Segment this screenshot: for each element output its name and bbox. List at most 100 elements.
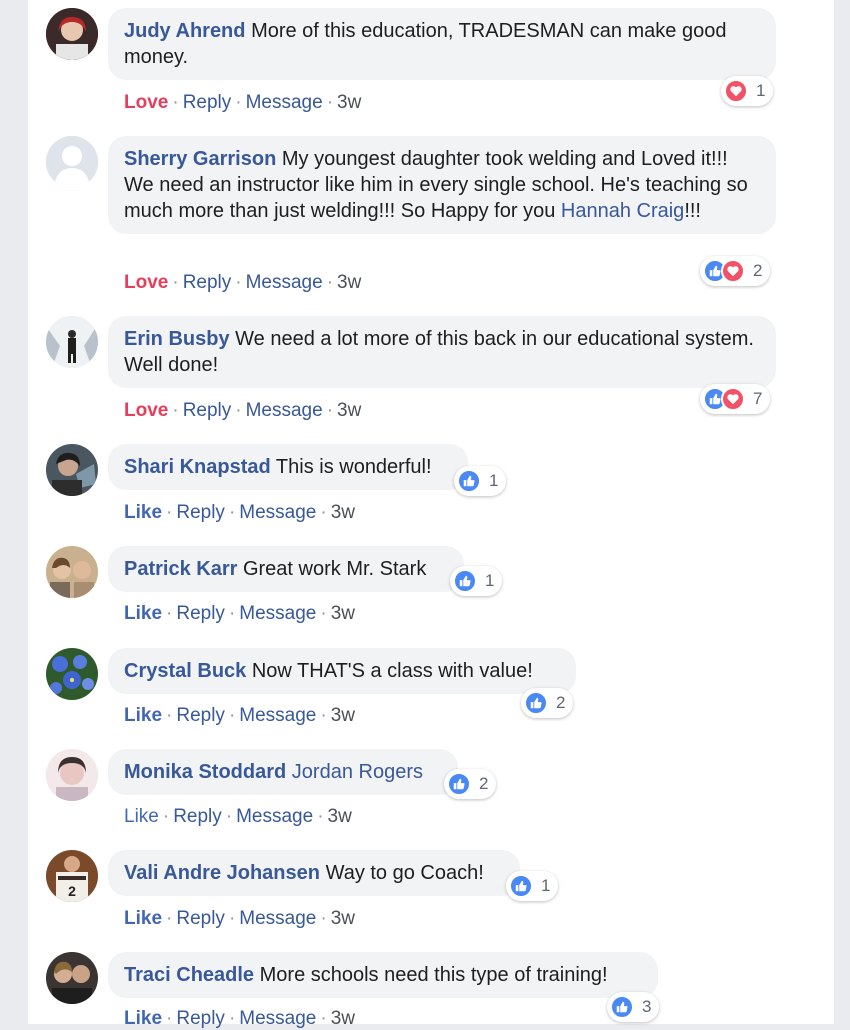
comment-timestamp[interactable]: 3w <box>337 400 361 421</box>
heart-reaction-icon <box>721 387 745 411</box>
comment-actions: Love · Reply · Message · 3w <box>124 272 361 294</box>
comment-timestamp[interactable]: 3w <box>331 1008 355 1029</box>
comment-bubble: Vali Andre Johansen Way to go Coach! <box>108 850 520 896</box>
separator-dot: · <box>166 908 173 929</box>
reply-button[interactable]: Reply <box>183 400 232 421</box>
comment-author[interactable]: Judy Ahrend <box>124 20 246 42</box>
reaction-count: 1 <box>489 471 499 490</box>
comment-timestamp[interactable]: 3w <box>337 92 361 113</box>
reaction-summary[interactable]: 3 <box>607 992 660 1022</box>
mention-link[interactable]: Hannah Craig <box>561 200 684 222</box>
avatar[interactable] <box>46 648 98 700</box>
avatar[interactable] <box>46 444 98 496</box>
reply-button[interactable]: Reply <box>183 92 232 113</box>
reaction-summary[interactable]: 1 <box>506 871 559 901</box>
like-reaction-icon <box>447 772 471 796</box>
separator-dot: · <box>317 806 324 827</box>
comment-text: Way to go Coach! <box>325 862 484 884</box>
love-button[interactable]: Love <box>124 400 168 421</box>
comment-timestamp[interactable]: 3w <box>331 603 355 624</box>
reply-button[interactable]: Reply <box>183 272 232 293</box>
comment-timestamp[interactable]: 3w <box>331 908 355 929</box>
comment-author[interactable]: Traci Cheadle <box>124 964 254 986</box>
message-button[interactable]: Message <box>239 603 316 624</box>
like-button[interactable]: Like <box>124 806 159 827</box>
comment-author[interactable]: Monika Stoddard <box>124 761 286 783</box>
reaction-summary[interactable]: 2 <box>521 688 574 718</box>
reaction-summary[interactable]: 2 <box>444 769 497 799</box>
like-button[interactable]: Like <box>124 908 162 929</box>
avatar[interactable] <box>46 952 98 1004</box>
separator-dot: · <box>166 502 173 523</box>
comment-actions: Like · Reply · Message · 3w <box>124 502 355 524</box>
avatar[interactable] <box>46 316 98 368</box>
like-reaction-icon <box>509 874 533 898</box>
avatar[interactable] <box>46 546 98 598</box>
separator-dot: · <box>228 1008 236 1029</box>
comment-bubble: Erin Busby We need a lot more of this ba… <box>108 316 776 388</box>
avatar[interactable] <box>46 8 98 60</box>
reaction-summary[interactable]: 1 <box>450 566 503 596</box>
message-button[interactable]: Message <box>239 1008 316 1029</box>
comment-author[interactable]: Sherry Garrison <box>124 148 276 170</box>
reply-button[interactable]: Reply <box>176 502 225 523</box>
comment-bubble: Judy Ahrend More of this education, TRAD… <box>108 8 776 80</box>
avatar[interactable] <box>46 749 98 801</box>
comment-actions: Love · Reply · Message · 3w <box>124 92 361 114</box>
comment-author[interactable]: Vali Andre Johansen <box>124 862 320 884</box>
comment-actions: Like · Reply · Message · 3w <box>124 603 355 625</box>
comment-bubble: Patrick Karr Great work Mr. Stark <box>108 546 464 592</box>
heart-reaction-icon <box>724 79 748 103</box>
separator-dot: · <box>235 92 242 113</box>
separator-dot: · <box>326 272 334 293</box>
reply-button[interactable]: Reply <box>176 705 225 726</box>
comment-actions: Love · Reply · Message · 3w <box>124 400 361 422</box>
reply-button[interactable]: Reply <box>176 1008 225 1029</box>
mention-link[interactable]: Jordan Rogers <box>292 761 423 783</box>
comment-timestamp[interactable]: 3w <box>337 272 361 293</box>
message-button[interactable]: Message <box>239 908 316 929</box>
avatar[interactable] <box>46 136 98 188</box>
like-button[interactable]: Like <box>124 502 162 523</box>
comment-author[interactable]: Shari Knapstad <box>124 456 271 478</box>
separator-dot: · <box>235 400 242 421</box>
comment-bubble: Sherry Garrison My youngest daughter too… <box>108 136 776 234</box>
separator-dot: · <box>172 400 179 421</box>
message-button[interactable]: Message <box>246 92 323 113</box>
comment-bubble: Shari Knapstad This is wonderful! <box>108 444 468 490</box>
avatar[interactable]: 2 <box>46 850 98 902</box>
like-reaction-icon <box>524 691 548 715</box>
comment-timestamp[interactable]: 3w <box>331 705 355 726</box>
love-button[interactable]: Love <box>124 272 168 293</box>
reaction-summary[interactable]: 1 <box>721 76 774 106</box>
reaction-summary[interactable]: 7 <box>700 384 771 414</box>
message-button[interactable]: Message <box>246 400 323 421</box>
comment-author[interactable]: Erin Busby <box>124 328 230 350</box>
svg-text:2: 2 <box>68 883 76 899</box>
message-button[interactable]: Message <box>239 705 316 726</box>
like-button[interactable]: Like <box>124 603 162 624</box>
reply-button[interactable]: Reply <box>176 603 225 624</box>
reaction-summary[interactable]: 2 <box>700 256 771 286</box>
comment-timestamp[interactable]: 3w <box>331 502 355 523</box>
reply-button[interactable]: Reply <box>173 806 222 827</box>
comment-timestamp[interactable]: 3w <box>328 806 352 827</box>
reaction-summary[interactable]: 1 <box>454 466 507 496</box>
separator-dot: · <box>166 1008 173 1029</box>
separator-dot: · <box>228 603 236 624</box>
message-button[interactable]: Message <box>236 806 313 827</box>
message-button[interactable]: Message <box>246 272 323 293</box>
reaction-count: 1 <box>485 571 495 590</box>
separator-dot: · <box>326 400 334 421</box>
comment-author[interactable]: Crystal Buck <box>124 660 246 682</box>
comment-text: This is wonderful! <box>275 456 432 478</box>
separator-dot: · <box>320 502 327 523</box>
love-button[interactable]: Love <box>124 92 168 113</box>
reply-button[interactable]: Reply <box>176 908 225 929</box>
message-button[interactable]: Message <box>239 502 316 523</box>
comment-actions: Like · Reply · Message · 3w <box>124 705 355 727</box>
like-button[interactable]: Like <box>124 1008 162 1029</box>
like-button[interactable]: Like <box>124 705 162 726</box>
like-reaction-icon <box>453 569 477 593</box>
comment-author[interactable]: Patrick Karr <box>124 558 237 580</box>
